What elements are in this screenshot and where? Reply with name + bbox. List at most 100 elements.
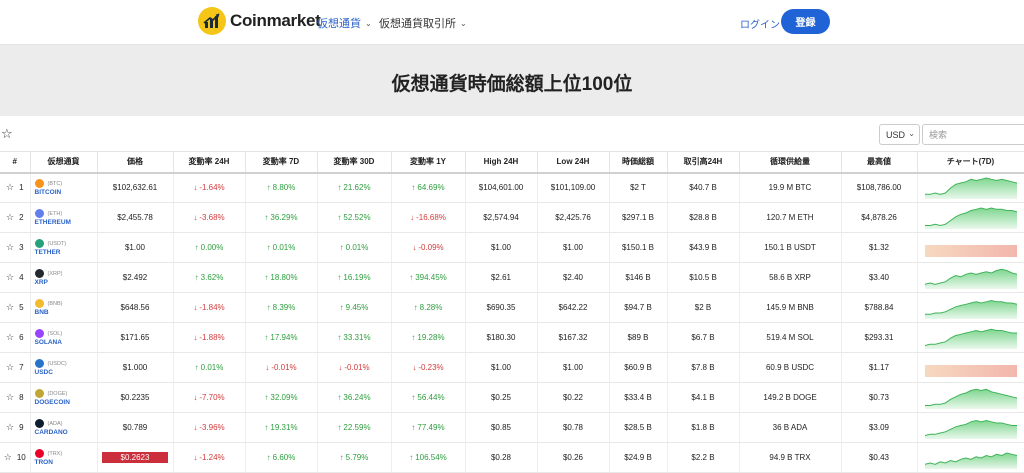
column-header[interactable]: 価格	[97, 151, 174, 174]
column-header[interactable]: 変動率 24H	[173, 151, 246, 174]
table-row[interactable]: ☆ 4 (XRP) XRP $2.492 ↑ 3.62% ↑ 18.80% ↑ 16.19% ↑ 394…	[0, 262, 1024, 293]
change-text: -0.23%	[418, 363, 444, 372]
star-outline-icon[interactable]: ☆	[6, 392, 14, 403]
high-24h-cell: $1.00	[465, 352, 538, 383]
rank-cell: ☆ 9	[0, 412, 31, 443]
table-row[interactable]: ☆ 2 (ETH) ETHEREUM $2,455.78 ↓ -3.68% ↑ 36.29% ↑ 5…	[0, 202, 1024, 233]
high-24h-cell: $690.35	[465, 292, 538, 323]
coin-name-link[interactable]: DOGECOIN	[35, 399, 97, 406]
rank-wrap: ☆ 5	[0, 302, 30, 313]
column-header[interactable]: High 24H	[465, 151, 538, 174]
coin-logo-icon	[34, 299, 44, 308]
column-header[interactable]: #	[0, 151, 31, 174]
star-outline-icon[interactable]: ☆	[6, 362, 14, 373]
change-text: 0.01%	[345, 243, 369, 252]
change-cell: ↑ 36.24%	[317, 382, 392, 413]
low-24h-cell-value: $0.78	[562, 423, 584, 432]
rank-number: 7	[19, 363, 24, 372]
low-24h-cell: $0.78	[537, 412, 610, 443]
table-row[interactable]: ☆ 8 (DOGE) DOGECOIN $0.2235 ↓ -7.70% ↑ 32.09% ↑ 36…	[0, 382, 1024, 413]
coin-name-link[interactable]: TRON	[35, 459, 97, 466]
coin-name-link[interactable]: SOLANA	[35, 339, 97, 346]
coin-symbol: (BNB)	[47, 300, 63, 307]
coin-cell: (BTC) BITCOIN	[30, 172, 98, 203]
table-row[interactable]: ☆ 6 (SOL) SOLANA $171.65 ↓ -1.88% ↑ 17.94% ↑ 33.31…	[0, 322, 1024, 353]
column-header[interactable]: 循環供給量	[739, 151, 842, 174]
coin-name-link[interactable]: ETHEREUM	[35, 219, 97, 226]
rank-cell: ☆ 6	[0, 322, 31, 353]
star-outline-icon[interactable]: ☆	[1, 126, 13, 142]
arrow-up-icon: ↑	[194, 273, 199, 282]
change-cell: ↑ 3.62%	[173, 262, 246, 293]
market-cap-cell: $33.4 B	[609, 382, 668, 413]
star-outline-icon[interactable]: ☆	[6, 212, 14, 223]
column-header[interactable]: 取引高24H	[667, 151, 740, 174]
arrow-up-icon: ↑	[339, 303, 344, 312]
price-cell: $648.56	[97, 292, 174, 323]
low-24h-cell-value: $1.00	[562, 243, 584, 252]
market-cap-cell-value: $297.1 B	[621, 213, 655, 222]
change-value: ↓ -3.68%	[193, 213, 224, 222]
coin-name-link[interactable]: XRP	[35, 279, 97, 286]
nav-crypto[interactable]: 仮想通貨 ⌄	[317, 15, 372, 31]
column-header[interactable]: 最高値	[841, 151, 918, 174]
table-row[interactable]: ☆ 1 (BTC) BITCOIN $102,632.61 ↓ -1.64% ↑ 8.80% ↑ 2…	[0, 172, 1024, 203]
column-header[interactable]: 変動率 7D	[245, 151, 318, 174]
login-link[interactable]: ログイン	[740, 16, 780, 31]
star-outline-icon[interactable]: ☆	[6, 272, 14, 283]
change-cell: ↓ -0.09%	[391, 232, 466, 263]
market-cap-cell: $89 B	[609, 322, 668, 353]
column-header[interactable]: 時価総額	[609, 151, 668, 174]
coin-name-link[interactable]: BITCOIN	[35, 189, 97, 196]
coin-name-link[interactable]: CARDANO	[35, 429, 97, 436]
table-row[interactable]: ☆ 9 (ADA) CARDANO $0.789 ↓ -3.96% ↑ 19.31% ↑ 22.59…	[0, 412, 1024, 443]
change-text: -0.09%	[418, 243, 444, 252]
star-outline-icon[interactable]: ☆	[6, 242, 14, 253]
chart-cell	[917, 262, 1024, 293]
arrow-up-icon: ↑	[337, 273, 342, 282]
table-body: ☆ 1 (BTC) BITCOIN $102,632.61 ↓ -1.64% ↑ 8.80% ↑ 2…	[0, 172, 1024, 473]
star-outline-icon[interactable]: ☆	[6, 332, 14, 343]
arrow-up-icon: ↑	[337, 333, 342, 342]
brand-logo[interactable]: Coinmarket	[198, 7, 321, 35]
column-header-label: 取引高24H	[683, 157, 723, 167]
change-text: 77.49%	[417, 423, 445, 432]
star-outline-icon[interactable]: ☆	[4, 452, 12, 463]
table-row[interactable]: ☆ 3 (USDT) TETHER $1.00 ↑ 0.00% ↑ 0.01% ↑ 0.01% ↓ -0…	[0, 232, 1024, 263]
nav-exchanges[interactable]: 仮想通貨取引所 ⌄	[379, 15, 467, 31]
low-24h-cell: $167.32	[537, 322, 610, 353]
column-header-label: #	[12, 157, 17, 167]
change-text: 8.80%	[272, 183, 296, 193]
arrow-down-icon: ↓	[412, 243, 417, 252]
column-header[interactable]: 仮想通貨	[30, 151, 98, 174]
coin-name-link[interactable]: USDC	[35, 369, 97, 376]
high-24h-cell-value: $690.35	[486, 303, 516, 312]
register-button[interactable]: 登録	[781, 9, 830, 34]
sparkline-chart	[924, 206, 1017, 229]
volume-cell: $1.8 B	[667, 412, 740, 443]
column-header[interactable]: チャート(7D)	[917, 151, 1024, 174]
star-outline-icon[interactable]: ☆	[6, 422, 14, 433]
low-24h-cell: $0.26	[537, 442, 610, 473]
star-outline-icon[interactable]: ☆	[6, 182, 14, 193]
coin-name-link[interactable]: TETHER	[35, 249, 97, 256]
column-header[interactable]: 変動率 1Y	[391, 151, 466, 174]
supply-cell: 60.9 B USDC	[739, 352, 842, 383]
search-input[interactable]	[922, 124, 1024, 145]
table-row[interactable]: ☆ 10 (TRX) TRON $0.2623 ↓ -1.24% ↑ 6.60% ↑ 5.79% ↑ 1…	[0, 442, 1024, 473]
table-row[interactable]: ☆ 5 (BNB) BNB $648.56 ↓ -1.84% ↑ 8.39% ↑ 9.45% ↑ 8.2…	[0, 292, 1024, 323]
star-outline-icon[interactable]: ☆	[6, 302, 14, 313]
high-24h-cell: $180.30	[465, 322, 538, 353]
ath-cell: $788.84	[841, 292, 918, 323]
column-header[interactable]: Low 24H	[537, 151, 610, 174]
table-row[interactable]: ☆ 7 (USDC) USDC $1.000 ↑ 0.01% ↓ -0.01% ↓ -0.01% ↓ -…	[0, 352, 1024, 383]
coin-name-link[interactable]: BNB	[35, 309, 97, 316]
ath-cell: $0.43	[841, 442, 918, 473]
volume-cell: $28.8 B	[667, 202, 740, 233]
price-value: $1.000	[122, 363, 148, 372]
column-header-label: 変動率 30D	[333, 157, 375, 167]
column-header[interactable]: 変動率 30D	[317, 151, 392, 174]
change-value: ↑ 0.00%	[195, 243, 224, 252]
supply-cell-value: 120.7 M ETH	[766, 213, 814, 222]
currency-select[interactable]: USD ⌄	[879, 124, 920, 145]
